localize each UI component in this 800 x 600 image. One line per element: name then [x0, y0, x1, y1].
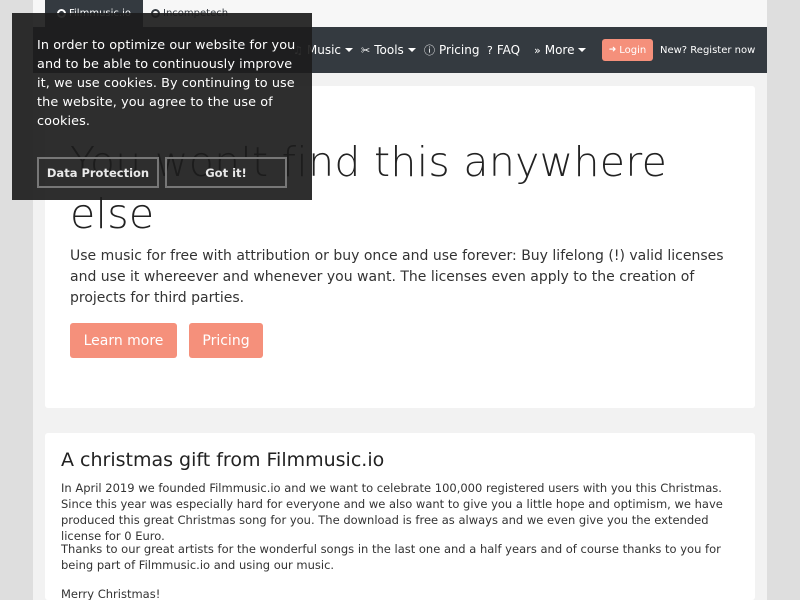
nav-label: Tools — [374, 43, 404, 57]
register-link[interactable]: New? Register now — [660, 27, 755, 73]
caret-down-icon — [345, 48, 354, 52]
cookie-message: In order to optimize our website for you… — [37, 38, 296, 129]
info-icon: ⓘ — [424, 44, 435, 57]
nav-label: Pricing — [439, 43, 480, 57]
news-paragraph: In April 2019 we founded Filmmusic.io an… — [61, 481, 723, 543]
news-paragraph: Merry Christmas! — [61, 587, 161, 600]
news-title: A christmas gift from Filmmusic.io — [61, 449, 385, 471]
data-protection-button[interactable]: Data Protection — [37, 157, 159, 188]
login-label: Login — [619, 44, 647, 56]
news-card: A christmas gift from Filmmusic.io In Ap… — [45, 433, 755, 600]
got-it-button[interactable]: Got it! — [165, 157, 287, 188]
news-paragraph: Thanks to our great artists for the wond… — [61, 542, 721, 572]
nav-faq[interactable]: ? FAQ — [487, 27, 520, 73]
nav-label: FAQ — [496, 43, 521, 57]
nav-more[interactable]: » More — [534, 27, 587, 73]
nav-label: More — [544, 43, 575, 57]
caret-down-icon — [407, 48, 416, 52]
caret-down-icon — [578, 48, 587, 52]
nav-tools[interactable]: ✂ Tools — [361, 27, 416, 73]
question-icon: ? — [487, 43, 493, 57]
nav-pricing[interactable]: ⓘ Pricing — [424, 27, 479, 73]
login-button[interactable]: ➜ Login — [602, 39, 653, 61]
hero-text: Use music for free with attribution or b… — [70, 248, 724, 306]
cookie-banner: In order to optimize our website for you… — [12, 13, 312, 200]
sign-in-icon: ➜ — [608, 45, 617, 55]
learn-more-button[interactable]: Learn more — [70, 323, 177, 358]
double-chevron-icon: » — [534, 43, 541, 57]
pricing-button[interactable]: Pricing — [189, 323, 263, 358]
tools-icon: ✂ — [361, 43, 371, 57]
